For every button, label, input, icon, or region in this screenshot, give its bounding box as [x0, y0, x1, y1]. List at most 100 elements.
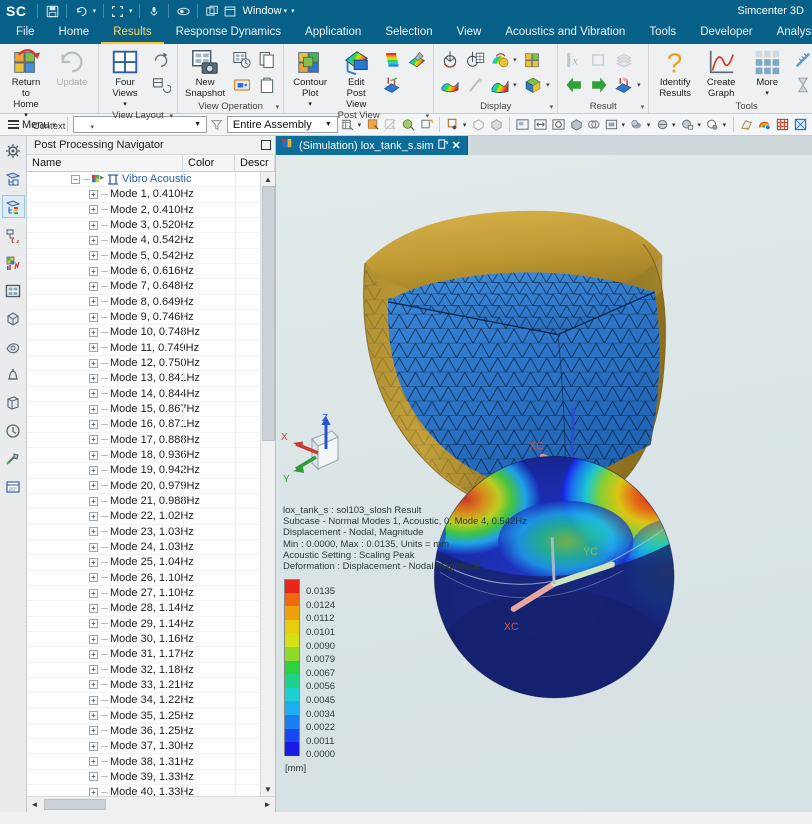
snap-point-icon[interactable] [445, 116, 461, 133]
chevron-down-icon[interactable]: ▾ [123, 99, 127, 110]
tree-item-mode[interactable]: + Mode 30, 1.16Hz [27, 631, 260, 648]
tree-item-mode[interactable]: + Mode 28, 1.14Hz [27, 601, 260, 617]
scrollbar-track[interactable] [261, 186, 276, 782]
paste-view-icon[interactable] [255, 73, 279, 97]
expand-icon[interactable]: + [89, 573, 98, 583]
acoustics-icon[interactable] [2, 335, 25, 358]
tree-item-mode[interactable]: + Mode 36, 1.25Hz [27, 723, 260, 740]
mesh-icon[interactable] [792, 116, 808, 133]
dialog-launcher-icon[interactable]: ▾ [276, 103, 280, 111]
tree-item-mode[interactable]: + Mode 21, 0.988Hz [27, 493, 260, 510]
expand-icon[interactable]: + [89, 481, 98, 491]
expand-icon[interactable]: + [89, 251, 98, 261]
tree-item-mode[interactable]: + Mode 38, 1.31Hz [27, 754, 260, 770]
paint-post-icon[interactable] [405, 48, 429, 72]
scrollbar-track[interactable] [42, 797, 260, 813]
expand-icon[interactable]: + [89, 496, 98, 506]
window-dropdown-caret[interactable]: ▾ [284, 7, 288, 15]
chevron-down-icon[interactable]: ▾ [463, 121, 467, 129]
dialog-launcher-icon[interactable]: ▾ [90, 123, 94, 131]
expand-icon[interactable]: + [89, 619, 98, 629]
tree-item-mode[interactable]: + Mode 16, 0.871Hz [27, 417, 260, 433]
expand-icon[interactable]: + [89, 527, 98, 537]
chevron-down-icon[interactable]: ▾ [546, 81, 553, 89]
ribbon-tab-selection[interactable]: Selection [373, 22, 444, 44]
tree-item-mode[interactable]: + Mode 10, 0.748Hz [27, 325, 260, 341]
chevron-down-icon[interactable]: ▾ [513, 56, 520, 64]
web-browser-icon[interactable] [2, 475, 25, 498]
expand-icon[interactable]: + [89, 465, 98, 475]
ribbon-tab-application[interactable]: Application [293, 22, 373, 44]
simulation-navigator-icon[interactable] [2, 223, 25, 246]
tree-root-vibro-acoustic[interactable]: − Vibro Acoustic [27, 172, 260, 188]
expand-icon[interactable]: + [89, 787, 98, 796]
tree-item-mode[interactable]: + Mode 2, 0.410Hz [27, 202, 260, 218]
tree-item-mode[interactable]: + Mode 23, 1.03Hz [27, 524, 260, 540]
solid-body-icon[interactable] [2, 391, 25, 414]
expand-icon[interactable]: + [89, 266, 98, 276]
scroll-left-icon[interactable]: ◄ [27, 797, 42, 813]
tree-item-mode[interactable]: + Mode 24, 1.03Hz [27, 539, 260, 556]
post-template-icon[interactable] [380, 73, 404, 97]
scroll-right-icon[interactable]: ► [260, 797, 275, 813]
expand-icon[interactable]: + [89, 220, 98, 230]
grid-icon[interactable] [739, 116, 755, 133]
part-navigator-icon[interactable] [2, 307, 25, 330]
expand-icon[interactable]: + [89, 373, 98, 383]
chevron-down-icon[interactable]: ▾ [672, 121, 676, 129]
expand-icon[interactable]: + [89, 205, 98, 215]
settings-icon[interactable] [2, 139, 25, 162]
expand-icon[interactable]: + [89, 557, 98, 567]
tree-item-mode[interactable]: + Mode 31, 1.17Hz [27, 647, 260, 663]
render-icon[interactable] [680, 116, 696, 133]
tree-item-mode[interactable]: + Mode 29, 1.14Hz [27, 616, 260, 632]
surface-plot-icon[interactable] [438, 73, 462, 97]
collapse-icon[interactable]: − [71, 174, 80, 184]
detach-icon[interactable] [437, 138, 448, 153]
bell-icon[interactable] [2, 363, 25, 386]
ribbon-tab-view[interactable]: View [445, 22, 494, 44]
tree-item-mode[interactable]: + Mode 17, 0.888Hz [27, 432, 260, 448]
tree-item-mode[interactable]: + Mode 32, 1.18Hz [27, 662, 260, 678]
expand-icon[interactable]: + [89, 358, 98, 368]
color-display-icon[interactable] [488, 48, 512, 72]
tree-item-mode[interactable]: + Mode 15, 0.867Hz [27, 401, 260, 418]
expand-icon[interactable]: + [89, 389, 98, 399]
expand-icon[interactable]: + [89, 695, 98, 705]
scroll-down-icon[interactable]: ▼ [261, 782, 276, 796]
expand-icon[interactable]: + [89, 603, 98, 613]
new-button[interactable]: New Snapshot [182, 47, 228, 99]
snapshot-history-icon[interactable] [230, 48, 254, 72]
measure-icon[interactable] [791, 48, 812, 72]
next-iteration-icon[interactable] [587, 73, 611, 97]
tree-item-mode[interactable]: + Mode 33, 1.21Hz [27, 677, 260, 694]
microphone-icon[interactable] [145, 2, 163, 20]
close-icon[interactable]: ✕ [452, 139, 461, 152]
tree-item-mode[interactable]: + Mode 9, 0.746Hz [27, 309, 260, 326]
smooth-plot-icon[interactable] [463, 73, 487, 97]
tree-item-mode[interactable]: + Mode 8, 0.649Hz [27, 294, 260, 310]
expand-icon[interactable]: + [89, 281, 98, 291]
tree-item-mode[interactable]: + Mode 20, 0.979Hz [27, 478, 260, 494]
translucent-icon[interactable] [586, 116, 602, 133]
clip-icon[interactable] [604, 116, 620, 133]
probe-table-icon[interactable] [463, 48, 487, 72]
tree-item-mode[interactable]: + Mode 35, 1.25Hz [27, 708, 260, 724]
expand-icon[interactable]: + [89, 297, 98, 307]
ribbon-tab-home[interactable]: Home [47, 22, 102, 44]
tree-item-mode[interactable]: + Mode 39, 1.33Hz [27, 769, 260, 786]
envelope-icon[interactable] [587, 48, 611, 72]
zoom-width-icon[interactable] [533, 116, 549, 133]
scroll-up-icon[interactable]: ▲ [261, 172, 276, 186]
eye-icon[interactable] [174, 2, 192, 20]
save-icon[interactable] [43, 2, 61, 20]
average-icon[interactable]: x [562, 48, 586, 72]
expand-icon[interactable]: + [89, 772, 98, 782]
dialog-launcher-icon[interactable]: ▾ [169, 112, 173, 120]
tree-item-mode[interactable]: + Mode 12, 0.750Hz [27, 355, 260, 372]
copy-view-icon[interactable] [255, 48, 279, 72]
chevron-down-icon[interactable]: ▾ [308, 99, 312, 110]
expand-icon[interactable]: + [89, 588, 98, 598]
expand-icon[interactable]: + [89, 404, 98, 414]
expand-icon[interactable]: + [89, 741, 98, 751]
